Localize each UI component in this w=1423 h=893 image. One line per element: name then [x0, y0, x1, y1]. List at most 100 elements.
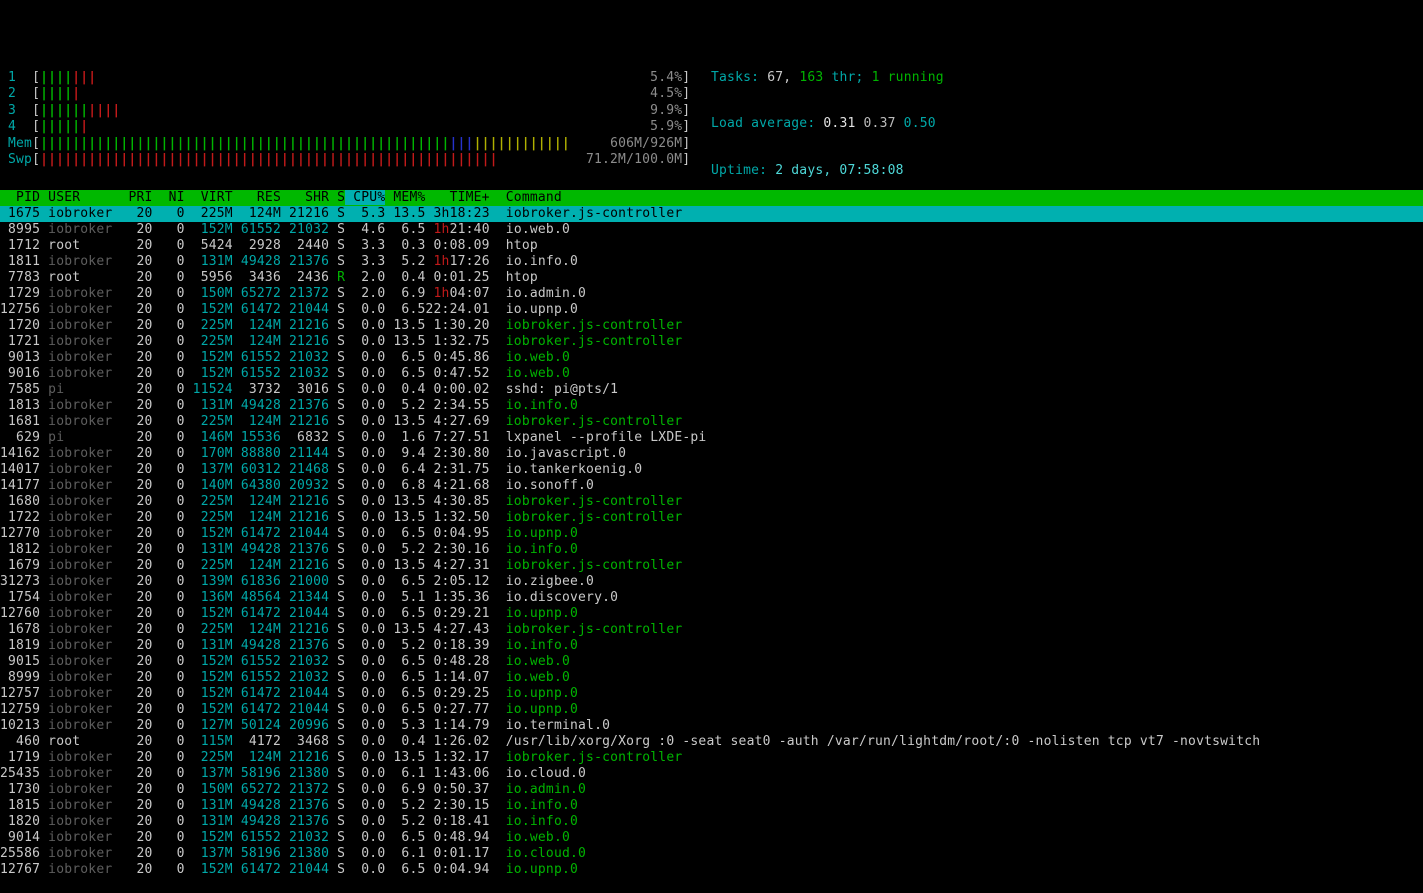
- cell-time: 7:27.51: [425, 430, 490, 445]
- cell-mem: 13.5: [385, 750, 426, 765]
- cell-time: 0:45.86: [425, 350, 490, 365]
- process-row[interactable]: 460 root 20 0 115M 4172 3468 S 0.0 0.4 1…: [0, 734, 1423, 750]
- process-row[interactable]: 1819 iobroker 20 0 131M 49428 21376 S 0.…: [0, 638, 1423, 654]
- process-row[interactable]: 1815 iobroker 20 0 131M 49428 21376 S 0.…: [0, 798, 1423, 814]
- cell-pid: 1819: [0, 638, 41, 653]
- process-row[interactable]: 25586 iobroker 20 0 137M 58196 21380 S 0…: [0, 846, 1423, 862]
- process-row[interactable]: 1712 root 20 0 5424 2928 2440 S 3.3 0.3 …: [0, 238, 1423, 254]
- cell-pid: 12756: [0, 302, 41, 317]
- cell-command: io.web.0: [505, 830, 570, 845]
- cell-virt: 152M: [184, 350, 233, 365]
- cell-mem: 6.5: [385, 606, 426, 621]
- process-row[interactable]: 1813 iobroker 20 0 131M 49428 21376 S 0.…: [0, 398, 1423, 414]
- cell-user: iobroker: [48, 846, 121, 861]
- cpu-meter-1-green-bars: ||||: [40, 70, 73, 85]
- cell-pid: 31273: [0, 574, 41, 589]
- process-row[interactable]: 629 pi 20 0 146M 15536 6832 S 0.0 1.6 7:…: [0, 430, 1423, 446]
- process-row[interactable]: 9014 iobroker 20 0 152M 61552 21032 S 0.…: [0, 830, 1423, 846]
- cell-cpu: 2.0: [345, 286, 386, 301]
- cell-user: iobroker: [48, 606, 121, 621]
- process-row[interactable]: 1729 iobroker 20 0 150M 65272 21372 S 2.…: [0, 286, 1423, 302]
- memory-meter-label: Mem: [8, 135, 33, 151]
- process-row[interactable]: 12756 iobroker 20 0 152M 61472 21044 S 0…: [0, 302, 1423, 318]
- swap-meter-label: Swp: [8, 151, 33, 167]
- cell-shr: 21032: [280, 222, 330, 237]
- process-row[interactable]: 1681 iobroker 20 0 225M 124M 21216 S 0.0…: [0, 414, 1423, 430]
- process-row[interactable]: 14017 iobroker 20 0 137M 60312 21468 S 0…: [0, 462, 1423, 478]
- cell-res: 49428: [232, 254, 281, 269]
- cell-res: 61472: [232, 702, 281, 717]
- cell-time: 0:18.39: [425, 638, 490, 653]
- cell-command: htop: [505, 238, 538, 253]
- cell-shr: 21032: [280, 830, 330, 845]
- process-row[interactable]: 25435 iobroker 20 0 137M 58196 21380 S 0…: [0, 766, 1423, 782]
- process-row[interactable]: 12767 iobroker 20 0 152M 61472 21044 S 0…: [0, 862, 1423, 878]
- process-row[interactable]: 12760 iobroker 20 0 152M 61472 21044 S 0…: [0, 606, 1423, 622]
- process-row[interactable]: 1730 iobroker 20 0 150M 65272 21372 S 0.…: [0, 782, 1423, 798]
- cell-mem: 13.5: [385, 494, 426, 509]
- process-row[interactable]: 9016 iobroker 20 0 152M 61552 21032 S 0.…: [0, 366, 1423, 382]
- cell-time-hours: 1h: [425, 222, 450, 237]
- process-row[interactable]: 1721 iobroker 20 0 225M 124M 21216 S 0.0…: [0, 334, 1423, 350]
- cell-virt: 225M: [184, 334, 233, 349]
- cell-pri: 20: [120, 606, 153, 621]
- process-row[interactable]: 12770 iobroker 20 0 152M 61472 21044 S 0…: [0, 526, 1423, 542]
- swap-meter-value: 71.2M/100.0M: [585, 151, 683, 167]
- cell-pri: 20: [120, 798, 153, 813]
- cell-mem: 13.5: [385, 318, 426, 333]
- cell-command: io.info.0: [505, 254, 579, 269]
- cell-shr: 21376: [280, 814, 330, 829]
- cell-shr: 21032: [280, 670, 330, 685]
- process-row[interactable]: 7783 root 20 0 5956 3436 2436 R 2.0 0.4 …: [0, 270, 1423, 286]
- process-row[interactable]: 1812 iobroker 20 0 131M 49428 21376 S 0.…: [0, 542, 1423, 558]
- cell-user: iobroker: [48, 574, 121, 589]
- cell-command: iobroker.js-controller: [505, 494, 683, 509]
- cell-command: io.upnp.0: [505, 686, 579, 701]
- process-row[interactable]: 1719 iobroker 20 0 225M 124M 21216 S 0.0…: [0, 750, 1423, 766]
- bracket-open: [: [32, 151, 41, 167]
- cell-res: 61552: [232, 350, 281, 365]
- cell-command: /usr/lib/xorg/Xorg :0 -seat seat0 -auth …: [505, 734, 1261, 749]
- process-row[interactable]: 12759 iobroker 20 0 152M 61472 21044 S 0…: [0, 702, 1423, 718]
- process-row[interactable]: 14162 iobroker 20 0 170M 88880 21144 S 0…: [0, 446, 1423, 462]
- cell-virt: 11524: [184, 382, 233, 397]
- cell-state: S: [329, 558, 346, 573]
- cell-time: 1:32.50: [425, 510, 490, 525]
- cell-virt: 5956: [184, 270, 233, 285]
- process-row[interactable]: 7585 pi 20 0 11524 3732 3016 S 0.0 0.4 0…: [0, 382, 1423, 398]
- tasks-thr-label: thr;: [831, 70, 864, 85]
- cell-pid: 1679: [0, 558, 41, 573]
- process-row[interactable]: 8995 iobroker 20 0 152M 61552 21032 S 4.…: [0, 222, 1423, 238]
- cell-mem: 0.4: [385, 734, 426, 749]
- process-row[interactable]: 14177 iobroker 20 0 140M 64380 20932 S 0…: [0, 478, 1423, 494]
- uptime-label: Uptime:: [711, 162, 768, 178]
- cell-cpu: 4.6: [345, 222, 386, 237]
- process-row[interactable]: 31273 iobroker 20 0 139M 61836 21000 S 0…: [0, 574, 1423, 590]
- cell-pri: 20: [120, 414, 153, 429]
- process-row[interactable]: 1820 iobroker 20 0 131M 49428 21376 S 0.…: [0, 814, 1423, 830]
- process-row[interactable]: 1722 iobroker 20 0 225M 124M 21216 S 0.0…: [0, 510, 1423, 526]
- process-row[interactable]: 10213 iobroker 20 0 127M 50124 20996 S 0…: [0, 718, 1423, 734]
- cell-virt: 152M: [184, 702, 233, 717]
- cell-ni: 0: [152, 382, 185, 397]
- process-row[interactable]: 1754 iobroker 20 0 136M 48564 21344 S 0.…: [0, 590, 1423, 606]
- cell-cpu: 0.0: [345, 318, 386, 333]
- cell-ni: 0: [152, 638, 185, 653]
- process-row[interactable]: 9013 iobroker 20 0 152M 61552 21032 S 0.…: [0, 350, 1423, 366]
- cell-command: io.info.0: [505, 542, 579, 557]
- process-row[interactable]: 8999 iobroker 20 0 152M 61552 21032 S 0.…: [0, 670, 1423, 686]
- process-row[interactable]: 1678 iobroker 20 0 225M 124M 21216 S 0.0…: [0, 622, 1423, 638]
- process-row[interactable]: 9015 iobroker 20 0 152M 61552 21032 S 0.…: [0, 654, 1423, 670]
- process-row[interactable]: 12757 iobroker 20 0 152M 61472 21044 S 0…: [0, 686, 1423, 702]
- process-row[interactable]: 1679 iobroker 20 0 225M 124M 21216 S 0.0…: [0, 558, 1423, 574]
- process-row[interactable]: 1720 iobroker 20 0 225M 124M 21216 S 0.0…: [0, 318, 1423, 334]
- cell-res: 124M: [232, 510, 281, 525]
- cell-shr: 2440: [280, 238, 330, 253]
- process-row[interactable]: 1811 iobroker 20 0 131M 49428 21376 S 3.…: [0, 254, 1423, 270]
- cell-shr: 21216: [280, 750, 330, 765]
- process-row[interactable]: 1680 iobroker 20 0 225M 124M 21216 S 0.0…: [0, 494, 1423, 510]
